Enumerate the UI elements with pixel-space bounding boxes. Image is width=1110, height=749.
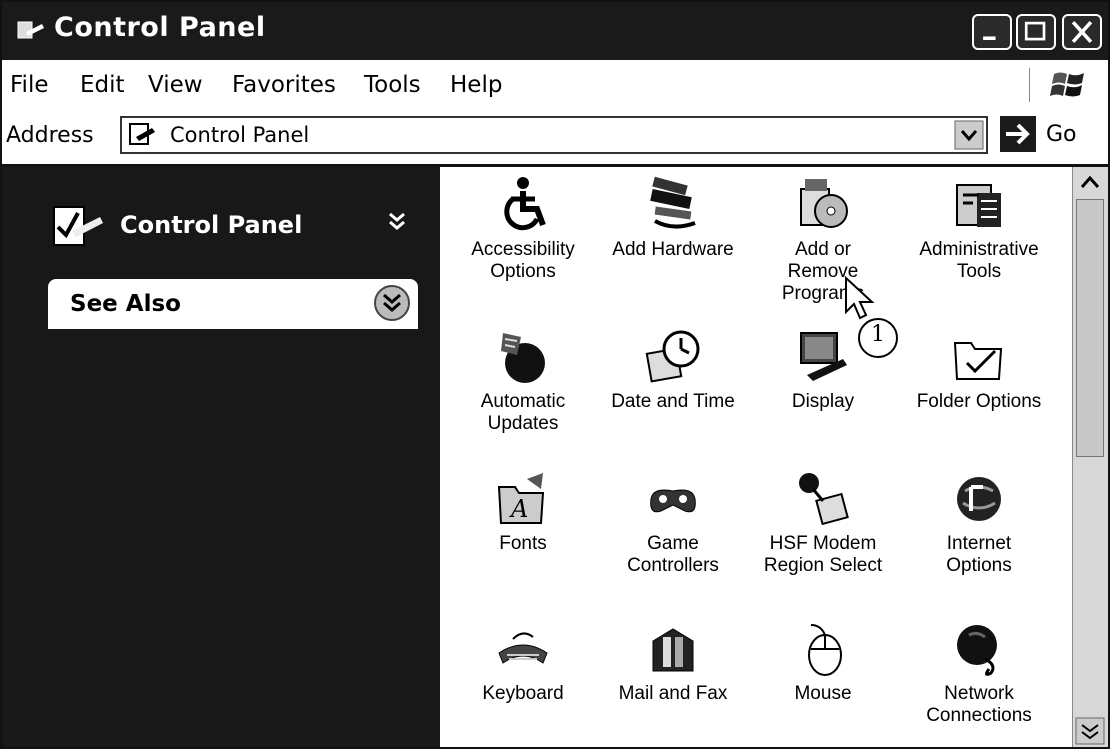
network-connections-icon	[957, 625, 997, 676]
menu-favorites[interactable]: Favorites	[232, 72, 336, 98]
task-pane: Control Panel See Also	[2, 167, 440, 747]
item-date-and-time[interactable]: Date and Time	[598, 327, 748, 413]
display-icon	[800, 332, 847, 381]
add-hardware-icon	[650, 176, 696, 229]
item-game-controllers[interactable]: Game Controllers	[598, 469, 748, 577]
see-also-label: See Also	[70, 291, 181, 317]
scrollbar-thumb[interactable]	[1076, 199, 1104, 457]
title-bar[interactable]: Control Panel	[2, 2, 1108, 60]
close-button[interactable]	[1062, 14, 1102, 50]
minimize-button[interactable]	[972, 14, 1012, 50]
address-label: Address	[6, 123, 94, 148]
collapse-chevron-icon[interactable]	[386, 211, 408, 233]
mail-fax-icon	[652, 628, 694, 672]
maximize-button[interactable]	[1016, 14, 1056, 50]
vertical-scrollbar[interactable]	[1072, 167, 1108, 747]
control-panel-icon	[129, 123, 155, 145]
add-remove-programs-icon	[800, 179, 848, 228]
menu-bar: File Edit View Favorites Tools Help	[2, 60, 1108, 111]
windows-logo-icon	[1050, 72, 1084, 97]
menu-separator	[1029, 68, 1030, 102]
callout-number: 1	[871, 322, 885, 347]
expand-chevron-icon[interactable]	[372, 283, 412, 323]
item-hsf-modem-region-select[interactable]: HSF Modem Region Select	[748, 469, 898, 577]
menu-edit[interactable]: Edit	[80, 72, 125, 98]
svg-text:A: A	[509, 495, 528, 523]
see-also-section[interactable]: See Also	[48, 279, 418, 329]
scroll-up-icon[interactable]	[1075, 169, 1105, 197]
item-add-hardware[interactable]: Add Hardware	[598, 175, 748, 261]
folder-options-icon	[953, 342, 1003, 380]
item-mouse[interactable]: Mouse	[748, 619, 898, 705]
accessibility-icon	[504, 177, 546, 231]
item-keyboard[interactable]: Keyboard	[448, 619, 598, 705]
date-time-icon	[645, 330, 700, 383]
control-panel-items: Accessibility Options Add Hardware Add o…	[442, 167, 1070, 747]
item-internet-options[interactable]: Internet Options	[904, 469, 1054, 577]
menu-view[interactable]: View	[148, 72, 203, 98]
item-administrative-tools[interactable]: Administrative Tools	[904, 175, 1054, 283]
mouse-icon	[808, 624, 842, 676]
menu-tools[interactable]: Tools	[364, 72, 421, 98]
keyboard-icon	[498, 632, 548, 664]
address-value: Control Panel	[170, 123, 310, 147]
administrative-tools-icon	[956, 184, 1001, 227]
control-panel-section-header[interactable]: Control Panel	[48, 197, 428, 253]
section-title: Control Panel	[120, 211, 303, 239]
control-panel-icon	[53, 206, 103, 246]
item-folder-options[interactable]: Folder Options	[904, 327, 1054, 413]
address-dropdown-icon[interactable]	[954, 120, 984, 150]
item-accessibility-options[interactable]: Accessibility Options	[448, 175, 598, 283]
menu-file[interactable]: File	[10, 72, 49, 98]
fonts-icon: A	[497, 473, 545, 524]
item-mail-and-fax[interactable]: Mail and Fax	[598, 619, 748, 705]
control-panel-window: Control Panel File Edit View Favorites T…	[0, 0, 1110, 749]
address-field[interactable]: Control Panel	[120, 116, 988, 154]
item-automatic-updates[interactable]: Automatic Updates	[448, 327, 598, 435]
go-button[interactable]: Go	[1046, 122, 1077, 147]
automatic-updates-icon	[501, 333, 545, 383]
control-panel-icon	[17, 21, 44, 39]
item-fonts[interactable]: A Fonts	[448, 469, 598, 555]
game-controllers-icon	[650, 489, 696, 513]
scroll-down-icon[interactable]	[1075, 717, 1105, 745]
menu-help[interactable]: Help	[450, 72, 502, 98]
hsf-modem-icon	[799, 473, 849, 526]
address-bar: Address Control Panel Go	[2, 110, 1108, 167]
window-title: Control Panel	[54, 12, 266, 43]
item-network-connections[interactable]: Network Connections	[904, 619, 1054, 727]
internet-options-icon	[957, 477, 1001, 521]
annotation-callout: 1	[856, 316, 900, 360]
go-arrow-icon[interactable]	[1000, 116, 1036, 152]
